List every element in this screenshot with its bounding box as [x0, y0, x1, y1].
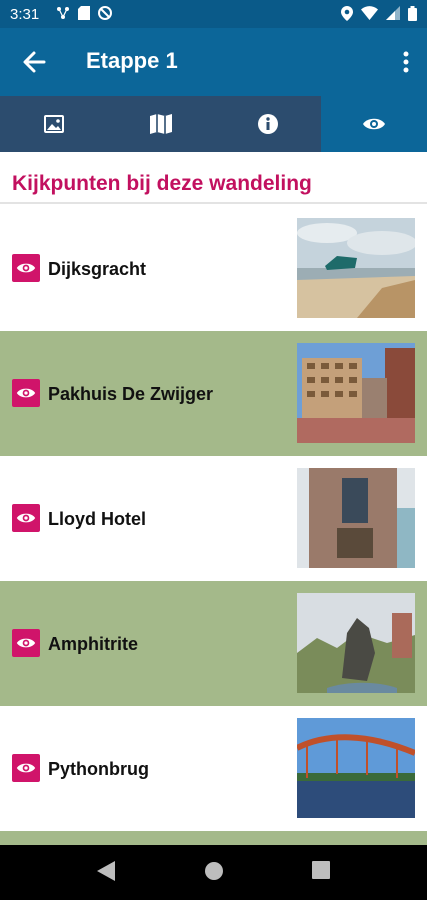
viewpoint-thumbnail: [297, 218, 415, 318]
status-notification-icons: [56, 6, 112, 20]
list-item-pythonbrug[interactable]: Pythonbrug: [0, 706, 427, 831]
signal-icon: [386, 6, 400, 20]
sd-card-icon: [78, 6, 90, 20]
nav-recents-icon[interactable]: [312, 861, 330, 879]
list-item-lloyd-hotel[interactable]: Lloyd Hotel: [0, 456, 427, 581]
page-title: Etappe 1: [86, 48, 178, 73]
list-item-label: Amphitrite: [48, 634, 138, 654]
list-item-label: Pakhuis De Zwijger: [48, 384, 214, 404]
tab-info[interactable]: [214, 96, 321, 152]
eye-icon: [12, 629, 40, 657]
tab-viewpoints[interactable]: [321, 96, 427, 152]
tab-photos[interactable]: [0, 96, 107, 152]
list-item-amphitrite[interactable]: Amphitrite: [0, 581, 427, 706]
list-item-label: Dijksgracht: [48, 259, 147, 279]
viewpoint-thumbnail: [297, 593, 415, 693]
nav-home-icon[interactable]: [204, 861, 224, 881]
system-nav-bar: [0, 845, 427, 900]
eye-icon: [12, 754, 40, 782]
list-item-label: Pythonbrug: [48, 759, 149, 779]
location-icon: [341, 6, 353, 21]
info-icon: [257, 114, 278, 134]
list-item-dijksgracht[interactable]: Dijksgracht: [0, 206, 427, 331]
tab-bar: [0, 96, 427, 152]
eye-icon: [12, 504, 40, 532]
section-title: Kijkpunten bij deze wandeling: [12, 172, 312, 195]
eye-icon: [12, 379, 40, 407]
more-options-icon[interactable]: [399, 48, 413, 76]
viewpoint-thumbnail: [297, 468, 415, 568]
do-not-disturb-icon: [98, 6, 112, 20]
status-bar: 3:31: [0, 0, 427, 28]
image-icon: [43, 115, 64, 133]
nav-back-icon[interactable]: [97, 861, 115, 881]
wifi-icon: [361, 6, 378, 20]
map-icon: [149, 114, 172, 134]
section-divider: [0, 202, 427, 204]
list-item-partial: [0, 831, 427, 845]
battery-icon: [408, 6, 417, 21]
back-arrow-icon[interactable]: [20, 48, 48, 76]
network-icon: [57, 7, 69, 19]
viewpoint-thumbnail: [297, 718, 415, 818]
eye-icon: [12, 254, 40, 282]
status-time: 3:31: [10, 6, 40, 23]
section-header: Kijkpunten bij deze wandeling: [0, 152, 427, 204]
viewpoint-thumbnail: [297, 343, 415, 443]
list-item-label: Lloyd Hotel: [48, 509, 146, 529]
tab-map[interactable]: [107, 96, 214, 152]
status-system-icons: [341, 6, 417, 21]
app-bar: Etappe 1: [0, 28, 427, 96]
list-item-pakhuis-de-zwijger[interactable]: Pakhuis De Zwijger: [0, 331, 427, 456]
eye-icon: [363, 118, 385, 130]
